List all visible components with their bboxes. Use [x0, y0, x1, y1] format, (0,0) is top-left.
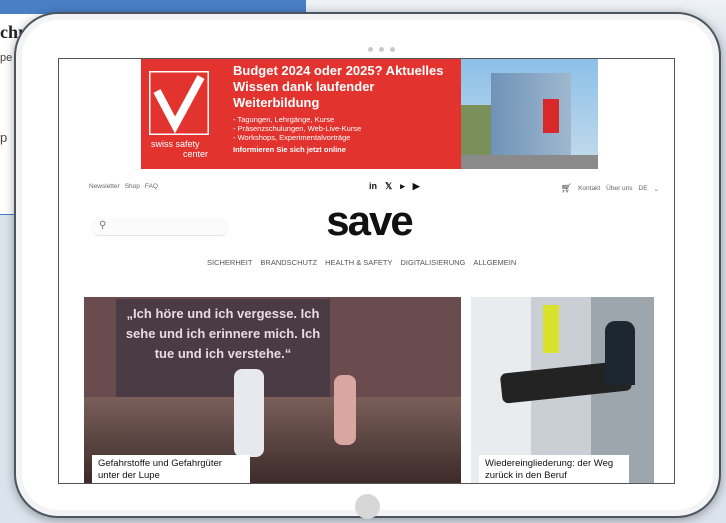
background-card-snippet: pe: [0, 52, 13, 64]
tablet-screen: swiss safety center Budget 2024 oder 202…: [58, 58, 675, 484]
speaker-figure: [334, 375, 356, 445]
cart-icon[interactable]: 🛒︎: [561, 183, 572, 194]
camera-dots: [361, 47, 401, 55]
presentation-slide: „Ich höre und ich vergesse. Ich sehe und…: [116, 299, 330, 397]
language-select[interactable]: DE: [639, 185, 648, 192]
ad-banner[interactable]: swiss safety center Budget 2024 oder 202…: [141, 59, 598, 169]
main-nav: SICHERHEIT BRANDSCHUTZ HEALTH & SAFETY D…: [207, 258, 516, 267]
faq-link[interactable]: FAQ: [145, 183, 158, 190]
about-link[interactable]: Über uns: [606, 185, 632, 192]
ad-bullets: - Tagungen, Lehrgänge, Kurse - Präsenzsc…: [233, 115, 362, 142]
social-links: in 𝕏 ▸ ▶: [369, 181, 420, 192]
home-button[interactable]: [355, 494, 380, 519]
youtube-icon[interactable]: ▶: [413, 181, 420, 192]
ad-headline: Budget 2024 oder 2025? Aktuelles Wissen …: [233, 63, 444, 110]
article-title-1[interactable]: Gefahrstoffe und Gefahrgüter unter der L…: [92, 455, 250, 483]
safety-center-logo: swiss safety center: [141, 59, 233, 169]
search-icon: ⚲: [99, 220, 107, 231]
contact-link[interactable]: Kontakt: [578, 185, 600, 192]
linkedin-icon[interactable]: in: [369, 181, 377, 192]
safety-vest: [543, 305, 559, 353]
account-links: 🛒︎ Kontakt Über uns DE ⌄: [561, 183, 659, 194]
search-input[interactable]: ⚲: [91, 218, 229, 236]
facebook-icon[interactable]: ▸: [400, 181, 405, 192]
nav-allgemein[interactable]: ALLGEMEIN: [473, 258, 516, 267]
background-card-snippet-2: p: [0, 130, 8, 145]
article-title-2[interactable]: Wiedereingliederung: der Weg zurück in d…: [479, 455, 629, 483]
nav-digitalisierung[interactable]: DIGITALISIERUNG: [400, 258, 465, 267]
paramedic-figure: [605, 321, 635, 385]
shop-link[interactable]: Shop: [125, 183, 140, 190]
newsletter-link[interactable]: Newsletter: [89, 183, 120, 190]
chevron-down-icon[interactable]: ⌄: [654, 185, 659, 193]
site-logo[interactable]: save: [309, 197, 429, 244]
nav-brandschutz[interactable]: BRANDSCHUTZ: [260, 258, 317, 267]
utility-links: Newsletter Shop FAQ: [89, 183, 158, 190]
x-icon[interactable]: 𝕏: [385, 181, 392, 192]
presenter-figure: [234, 369, 264, 457]
ad-cta-link[interactable]: Informieren Sie sich jetzt online: [233, 145, 461, 154]
logo-text: swiss safety center: [151, 139, 209, 159]
nav-health-safety[interactable]: HEALTH & SAFETY: [325, 258, 392, 267]
ad-copy: Budget 2024 oder 2025? Aktuelles Wissen …: [233, 59, 461, 169]
top-bar: Newsletter Shop FAQ in 𝕏 ▸ ▶ 🛒︎ Kontakt …: [89, 181, 659, 193]
nav-sicherheit[interactable]: SICHERHEIT: [207, 258, 252, 267]
building-photo: [461, 59, 598, 169]
